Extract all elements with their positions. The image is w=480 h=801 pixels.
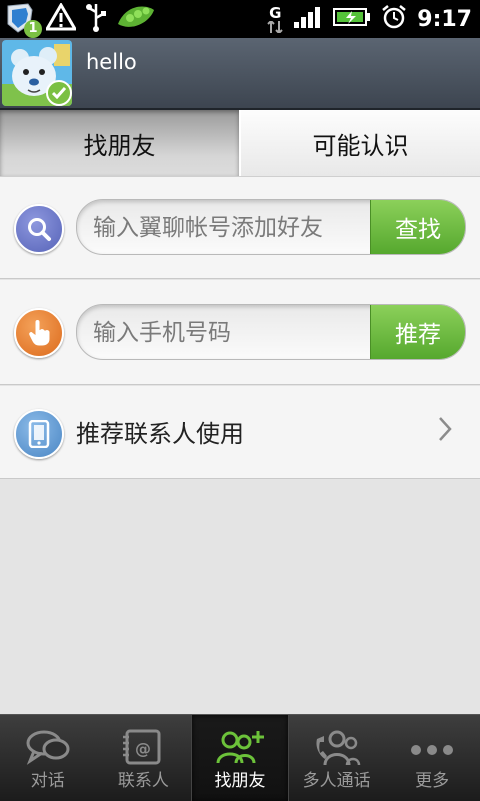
nav-item-more-label: 更多 [415,771,450,791]
nav-item-find-friends[interactable]: 找朋友 [191,715,289,801]
nav-item-more[interactable]: 更多 [384,715,480,801]
online-check-icon [46,80,72,106]
phone-search-field: 推荐 [76,304,466,360]
signal-icon [293,5,323,33]
search-account-row: 查找 [0,177,480,279]
search-icon [14,204,64,254]
group-call-icon [313,729,361,771]
nav-item-group-call[interactable]: 多人通话 [289,715,385,801]
account-search-field: 查找 [76,199,466,255]
add-friend-icon [214,729,266,771]
avatar[interactable] [2,40,72,106]
search-phone-row: 推荐 [0,280,480,385]
chat-bubbles-icon [24,729,72,769]
nav-item-contacts-label: 联系人 [117,771,169,791]
more-dots-icon [410,741,454,760]
battery-icon [333,6,371,32]
shield-icon: 1 [4,2,42,38]
alarm-icon [381,4,407,34]
phone-number-input[interactable] [91,305,371,359]
warning-icon [44,2,78,35]
status-bar-left: 1 [4,2,156,38]
phone-device-icon [14,409,64,459]
chevron-right-icon [438,416,452,446]
tab-find-friends-label: 找朋友 [83,131,156,160]
nav-item-chat[interactable]: 对话 [0,715,96,801]
network-type-label: G [269,3,282,22]
bottom-nav: 对话 @ 联系人 找朋友 多人通话 更多 [0,714,480,801]
recommend-contacts-row[interactable]: 推荐联系人使用 [0,386,480,479]
username: hello [86,50,137,74]
recommend-button-label: 推荐 [395,322,441,348]
peapod-icon [116,2,156,36]
profile-header[interactable]: hello [0,38,480,110]
account-search-input[interactable] [91,200,371,254]
svg-text:@: @ [135,739,151,758]
tab-find-friends[interactable]: 找朋友 [0,110,241,176]
tab-may-know-label: 可能认识 [312,131,409,160]
nav-item-chat-label: 对话 [30,771,65,791]
find-button-label: 查找 [395,217,441,243]
recommend-button[interactable]: 推荐 [370,305,465,359]
pointing-hand-icon [14,308,64,358]
address-book-icon: @ [121,729,165,769]
find-button[interactable]: 查找 [370,200,465,254]
tab-bar: 找朋友 可能认识 [0,110,480,177]
status-bar: 1 G 9:17 [0,0,480,38]
status-bar-right: G 9:17 [267,2,472,36]
usb-icon [84,2,108,36]
recommend-contacts-label: 推荐联系人使用 [76,420,244,448]
notification-badge: 1 [24,20,42,38]
nav-item-contacts[interactable]: @ 联系人 [96,715,192,801]
network-type-icon: G [267,3,283,33]
status-time: 9:17 [417,6,472,32]
tab-may-know[interactable]: 可能认识 [241,110,480,176]
